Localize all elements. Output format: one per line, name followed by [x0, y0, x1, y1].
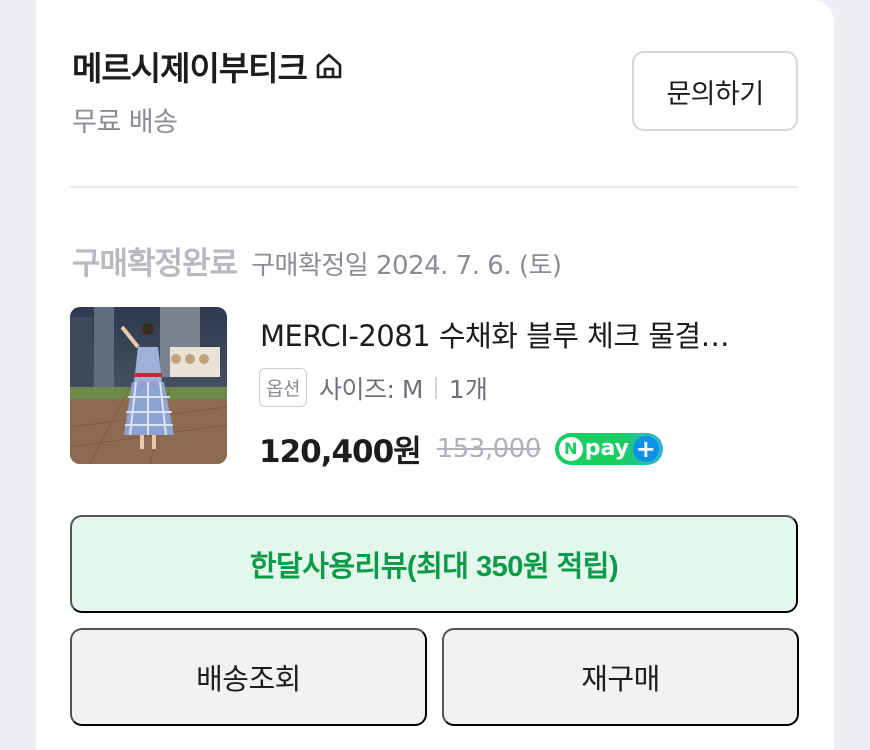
option-badge: 옵션 [259, 368, 307, 407]
plus-icon: + [632, 435, 659, 462]
price-row: 120,400원 153,000 N pay + [259, 426, 663, 471]
store-name-label: 메르시제이부티크 [72, 49, 308, 88]
product-title[interactable]: MERCI-2081 수채화 블루 체크 물결… [260, 313, 805, 355]
inquiry-button[interactable]: 문의하기 [632, 51, 798, 131]
product-thumbnail[interactable] [70, 307, 227, 464]
order-status-row: 구매확정완료 구매확정일 2024. 7. 6. (토) [72, 238, 562, 283]
npay-badge: N pay + [554, 432, 663, 465]
quantity: 1개 [448, 374, 488, 404]
rebuy-button[interactable]: 재구매 [442, 628, 799, 726]
option-separator [434, 376, 437, 399]
naver-n-icon: N [558, 436, 583, 461]
home-icon[interactable] [313, 50, 345, 82]
write-review-button[interactable]: 한달사용리뷰(최대 350원 적립) [70, 515, 798, 613]
original-price: 153,000 [436, 433, 542, 464]
shipping-info: 무료 배송 [72, 107, 178, 138]
option-row: 옵션 사이즈: M 1개 [259, 368, 488, 407]
sale-price: 120,400원 [259, 434, 422, 470]
order-card: 메르시제이부티크 무료 배송 문의하기 구매확정완료 구매확정일 2024. 7… [36, 0, 834, 750]
confirm-date: 구매확정일 2024. 7. 6. (토) [251, 251, 562, 281]
order-status: 구매확정완료 [72, 246, 238, 282]
divider [70, 186, 798, 188]
store-name[interactable]: 메르시제이부티크 [72, 42, 345, 90]
track-delivery-button[interactable]: 배송조회 [70, 628, 427, 726]
npay-label: pay [584, 436, 630, 461]
option-value: 사이즈: M [318, 374, 423, 404]
